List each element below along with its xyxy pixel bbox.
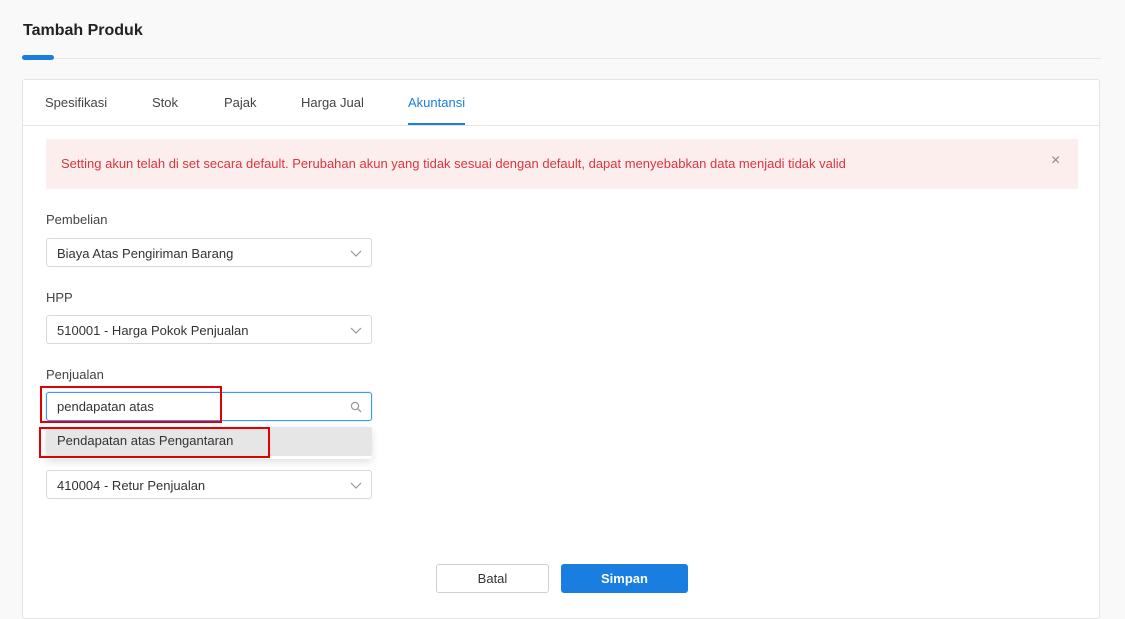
tab-akuntansi[interactable]: Akuntansi (408, 95, 465, 110)
title-divider (22, 58, 1101, 59)
alert-message: Setting akun telah di set secara default… (61, 156, 846, 171)
pembelian-select-value: Biaya Atas Pengiriman Barang (57, 246, 234, 261)
penjualan-label: Penjualan (46, 367, 104, 382)
dropdown-option-label: Pendapatan atas Pengantaran (57, 433, 234, 448)
pembelian-label: Pembelian (46, 212, 108, 227)
hpp-select-value: 510001 - Harga Pokok Penjualan (57, 323, 249, 338)
penjualan-dropdown: Pendapatan atas Pengantaran (46, 427, 372, 459)
hpp-label: HPP (46, 290, 73, 305)
penjualan-search-input[interactable] (57, 393, 337, 420)
hpp-select[interactable]: 510001 - Harga Pokok Penjualan (46, 315, 372, 344)
chevron-down-icon (350, 482, 362, 489)
active-tab-indicator (408, 123, 465, 125)
page-title: Tambah Produk (23, 22, 143, 39)
search-icon (350, 401, 362, 413)
retur-select-value: 410004 - Retur Penjualan (57, 478, 206, 493)
tab-pajak[interactable]: Pajak (224, 95, 257, 110)
penjualan-search-select[interactable] (46, 392, 372, 421)
tab-stok[interactable]: Stok (152, 95, 178, 110)
cancel-button[interactable]: Batal (436, 564, 549, 593)
chevron-down-icon (350, 327, 362, 334)
tab-spesifikasi[interactable]: Spesifikasi (45, 95, 107, 110)
product-form-card: Spesifikasi Stok Pajak Harga Jual Akunta… (22, 79, 1100, 619)
tab-harga-jual[interactable]: Harga Jual (301, 95, 364, 110)
save-button[interactable]: Simpan (561, 564, 688, 593)
chevron-down-icon (350, 250, 362, 257)
title-accent-bar (22, 55, 54, 60)
dropdown-option-pendapatan-atas-pengantaran[interactable]: Pendapatan atas Pengantaran (46, 427, 372, 456)
pembelian-select[interactable]: Biaya Atas Pengiriman Barang (46, 238, 372, 267)
close-icon[interactable]: × (1051, 153, 1060, 169)
retur-select[interactable]: 410004 - Retur Penjualan (46, 470, 372, 499)
tab-bar: Spesifikasi Stok Pajak Harga Jual Akunta… (23, 80, 1099, 126)
default-account-alert: Setting akun telah di set secara default… (46, 139, 1078, 189)
